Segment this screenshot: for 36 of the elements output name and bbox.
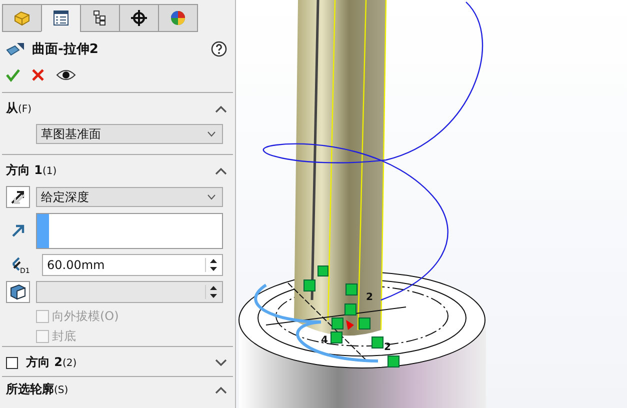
section-title: 所选轮廓(S): [6, 381, 68, 398]
depth-spinbox[interactable]: 60.00mm: [42, 254, 223, 276]
expand-chevron-icon[interactable]: [215, 358, 227, 366]
end-condition-dropdown[interactable]: 给定深度: [36, 187, 223, 207]
direction-arrow-icon: [11, 224, 25, 238]
color-ball-icon: [170, 10, 186, 26]
list-icon: [53, 10, 69, 26]
spin-arrows-icon[interactable]: [209, 258, 218, 272]
cad-model-drawing: 2 4 2: [236, 0, 626, 408]
extrude-surface-icon: [6, 41, 26, 57]
block-icon: [9, 284, 27, 300]
dropdown-caret-icon: [207, 194, 216, 200]
section-title: 方向 1(1): [6, 162, 57, 179]
collapse-chevron-icon[interactable]: [215, 166, 227, 174]
ok-check-icon[interactable]: [6, 68, 20, 82]
help-icon[interactable]: [211, 41, 227, 57]
eye-icon[interactable]: [56, 69, 76, 81]
cancel-x-icon[interactable]: [32, 69, 44, 81]
crosshair-icon: [131, 10, 147, 26]
collapse-chevron-icon[interactable]: [215, 104, 227, 112]
collapse-chevron-icon[interactable]: [215, 386, 227, 394]
cube-icon: [13, 10, 31, 26]
feature-title: 曲面-拉伸2: [32, 41, 98, 58]
reverse-direction-button[interactable]: [6, 186, 30, 208]
panel-tab[interactable]: [41, 4, 81, 32]
draft-button[interactable]: [6, 281, 30, 303]
dropdown-caret-icon: [207, 131, 216, 137]
tree-icon: [93, 10, 107, 26]
section-title: 从(F): [6, 100, 32, 117]
from-dropdown[interactable]: 草图基准面: [36, 124, 223, 144]
direction-selection-box[interactable]: [36, 213, 223, 249]
reverse-arrows-icon: [10, 189, 26, 205]
panel-tab[interactable]: [119, 4, 159, 32]
direction2-checkbox[interactable]: [6, 356, 18, 368]
panel-tab[interactable]: [80, 4, 120, 32]
section-title: 方向 2(2): [26, 354, 77, 371]
